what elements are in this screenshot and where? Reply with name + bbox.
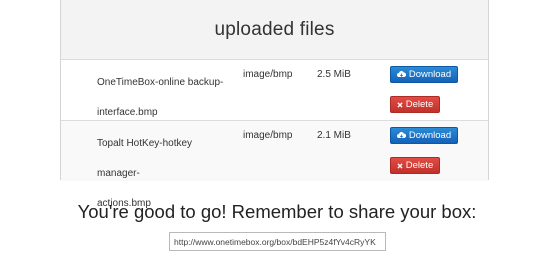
delete-button-label: Delete [405,160,434,171]
delete-button-label: Delete [405,99,434,110]
file-size: 2.5 MiB [317,69,351,80]
close-icon [397,101,403,108]
file-size: 2.1 MiB [317,130,351,141]
delete-button[interactable]: Delete [390,157,440,174]
file-row: OneTimeBox-online backup- interface.bmp … [61,60,488,120]
delete-button[interactable]: Delete [390,96,440,113]
uploaded-files-panel: uploaded files OneTimeBox-online backup-… [60,0,489,209]
file-type: image/bmp [243,130,293,141]
download-button-label: Download [408,69,452,80]
panel-title: uploaded files [214,18,335,40]
file-name-line1: Topalt HotKey-hotkey manager- [97,138,193,179]
file-type: image/bmp [243,69,293,80]
share-url-field[interactable] [169,232,386,251]
cloud-download-icon [396,132,406,138]
download-button[interactable]: Download [390,66,458,83]
panel-header: uploaded files [61,0,488,60]
file-name-line1: OneTimeBox-online backup- [97,77,224,88]
close-icon [397,162,403,169]
file-row: Topalt HotKey-hotkey manager- actions.bm… [61,120,488,209]
cloud-download-icon [396,71,406,77]
download-button-label: Download [408,130,452,141]
download-button[interactable]: Download [390,127,458,144]
file-name: OneTimeBox-online backup- interface.bmp [97,68,237,128]
share-headline: You're good to go! Remember to share you… [77,201,477,222]
